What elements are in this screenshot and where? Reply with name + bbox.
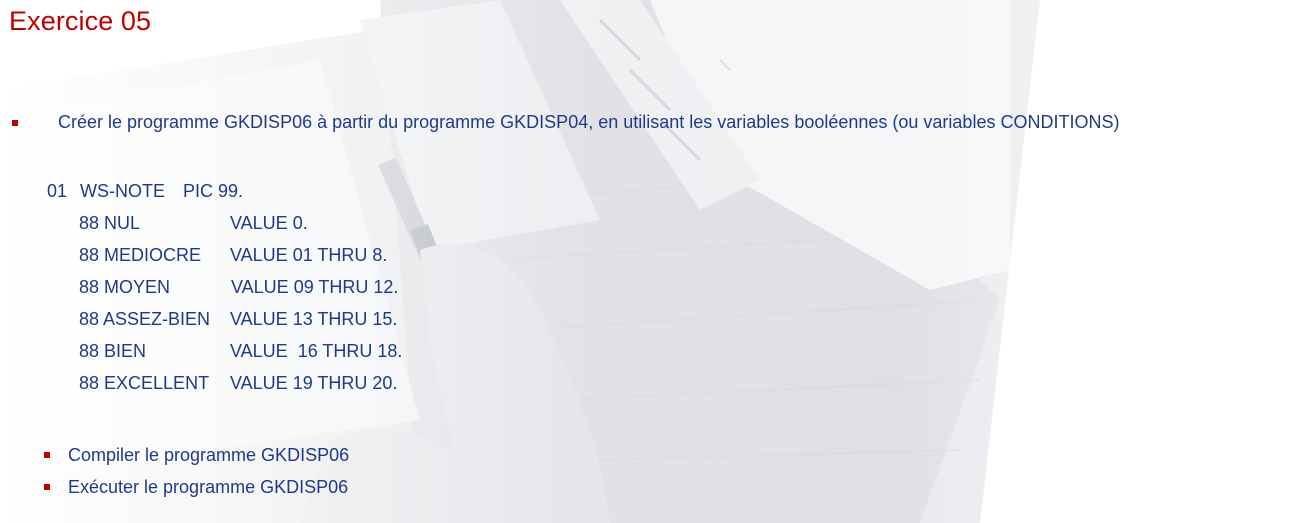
condition-value: VALUE 0. — [230, 213, 308, 233]
sub-bullet-text: Exécuter le programme GKDISP06 — [68, 477, 349, 497]
main-bullet-marker — [12, 120, 18, 126]
condition-name: 88 EXCELLENT — [79, 373, 210, 393]
code-pic-clause: PIC 99. — [183, 181, 244, 201]
condition-value: VALUE 01 THRU 8. — [230, 245, 388, 265]
slide-title: Exercice 05 — [9, 6, 152, 36]
condition-value: VALUE 16 THRU 18. — [230, 341, 403, 361]
code-condition-row: 88 EXCELLENT VALUE 19 THRU 20. — [79, 373, 479, 397]
condition-name: 88 MOYEN — [79, 277, 171, 297]
main-bullet-text: Créer le programme GKDISP06 à partir du … — [58, 112, 1120, 132]
code-condition-row: 88 MEDIOCRE VALUE 01 THRU 8. — [79, 245, 479, 269]
condition-value: VALUE 19 THRU 20. — [230, 373, 398, 393]
slide: Exercice 05 Créer le programme GKDISP06 … — [0, 0, 1292, 523]
condition-name: 88 NUL — [79, 213, 141, 233]
code-condition-row: 88 ASSEZ-BIEN VALUE 13 THRU 15. — [79, 309, 479, 333]
condition-name: 88 MEDIOCRE — [79, 245, 202, 265]
code-condition-row: 88 NUL VALUE 0. — [79, 213, 479, 237]
code-condition-row: 88 BIEN VALUE 16 THRU 18. — [79, 341, 479, 365]
condition-value: VALUE 13 THRU 15. — [230, 309, 398, 329]
sub-bullet-text: Compiler le programme GKDISP06 — [68, 445, 350, 465]
condition-value: VALUE 09 THRU 12. — [231, 277, 399, 297]
code-variable-name: WS-NOTE — [80, 181, 165, 201]
code-condition-row: 88 MOYEN VALUE 09 THRU 12. — [79, 277, 479, 301]
code-declaration: 01 WS-NOTE PIC 99. — [47, 181, 447, 205]
code-level: 01 — [47, 181, 68, 201]
condition-name: 88 BIEN — [79, 341, 147, 361]
sub-bullet-marker — [44, 484, 50, 490]
condition-name: 88 ASSEZ-BIEN — [79, 309, 211, 329]
sub-bullet-marker — [44, 452, 50, 458]
